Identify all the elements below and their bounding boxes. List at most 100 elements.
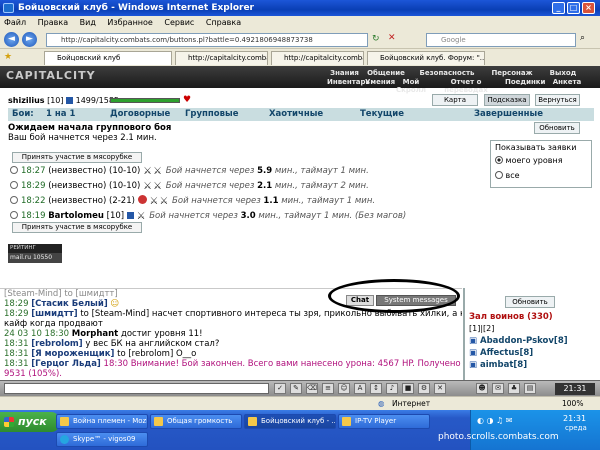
browser-tab-3[interactable]: http://capitalcity.combats.co... — [271, 51, 364, 65]
chat-message: у вес БК на английском стал? — [85, 339, 220, 349]
chat-nick[interactable]: [Герцог Льда] — [31, 359, 101, 369]
crossed-swords-icon: ⚔ — [143, 181, 153, 192]
chat-nick[interactable]: [шмидтт] — [31, 309, 77, 319]
favorites-star-icon[interactable]: ★ — [4, 52, 12, 62]
chat-input[interactable] — [4, 383, 269, 394]
menu-tools[interactable]: Сервис — [164, 18, 194, 27]
chat-nick[interactable]: [Я мороженщик] — [31, 349, 114, 359]
hint-button[interactable]: Подсказка — [484, 94, 530, 106]
world-map-button[interactable]: Карта миров — [432, 94, 478, 114]
menu-view[interactable]: Вид — [80, 18, 96, 27]
tab-group[interactable]: Групповые — [185, 108, 238, 121]
tab-chaotic[interactable]: Хаотичные — [269, 108, 323, 121]
user-name[interactable]: shizilius — [8, 96, 45, 105]
join-button-bottom[interactable]: Принять участие в мясорубке — [12, 222, 142, 233]
color-icon[interactable]: ■ — [402, 383, 414, 394]
nav-exit[interactable]: Выход — [545, 69, 581, 77]
return-button[interactable]: Вернуться — [535, 94, 580, 106]
menu-help[interactable]: Справка — [206, 18, 241, 27]
row-radio-icon[interactable] — [10, 181, 18, 189]
radio-checked-icon[interactable] — [495, 156, 503, 164]
stop-icon[interactable]: ✕ — [388, 33, 396, 43]
edit-icon[interactable]: ✎ — [290, 383, 302, 394]
room-refresh-button[interactable]: Обновить — [505, 296, 555, 308]
nav-security[interactable]: Безопасность — [417, 69, 477, 77]
nav-scroll[interactable]: Мой Скролл — [391, 78, 431, 94]
radio-all[interactable]: все — [495, 171, 520, 180]
refresh-button[interactable]: Обновить — [534, 122, 580, 134]
nav-inventory[interactable]: Инвентарь — [327, 78, 370, 86]
minimize-button[interactable]: _ — [552, 2, 565, 14]
browser-tab-2[interactable]: http://capitalcity.combats.co... — [175, 51, 268, 65]
close-button[interactable]: × — [582, 2, 595, 14]
room-user[interactable]: ▣ Abaddon-Pskov[8] — [469, 336, 568, 346]
room-user[interactable]: ▣ aimbat[8] — [469, 360, 527, 370]
radio-my-level-label: моего уровня — [505, 156, 563, 165]
row-who[interactable]: Bartolomeu — [48, 211, 104, 221]
search-icon[interactable]: ⌕ — [580, 33, 585, 43]
globe-icon: ◍ — [378, 399, 385, 408]
task-combats[interactable]: Бойцовский клуб - ... — [244, 414, 336, 429]
smiles-icon[interactable]: ☺ — [338, 383, 350, 394]
nav-skills[interactable]: Умения — [365, 78, 395, 86]
friends-icon[interactable]: ♣ — [508, 383, 520, 394]
user-info: shizilius [10] 1499/1585 — [8, 96, 119, 105]
room-user[interactable]: ▣ Affectus[8] — [469, 348, 533, 358]
menu-file[interactable]: Файл — [4, 18, 26, 27]
nav-fights[interactable]: Поединки — [505, 78, 545, 86]
scroll-icon[interactable]: ↕ — [370, 383, 382, 394]
nav-profile[interactable]: Анкета — [549, 78, 585, 86]
task-iptv[interactable]: IP-TV Player — [338, 414, 430, 429]
exit-chat-icon[interactable]: ✕ — [434, 383, 446, 394]
translit-icon[interactable]: A — [354, 383, 366, 394]
chat-nick[interactable]: [rebrolom] — [31, 339, 82, 349]
start-button[interactable]: пуск — [0, 412, 60, 432]
clear-icon[interactable]: ⌫ — [306, 383, 318, 394]
task-volume[interactable]: Общая громкость — [150, 414, 242, 429]
refresh-icon[interactable]: ↻ — [372, 34, 380, 44]
nav-communication[interactable]: Общение — [365, 69, 407, 77]
search-input[interactable]: Google — [426, 33, 576, 47]
mail-icon[interactable]: ✉ — [492, 383, 504, 394]
chat-message: to [rebrolom] O__o — [117, 349, 197, 359]
join-button-top[interactable]: Принять участие в мясорубке — [12, 152, 142, 163]
log-icon[interactable]: ▤ — [524, 383, 536, 394]
room-pages[interactable]: [1]|[2] — [469, 324, 494, 333]
red-orb-icon — [137, 195, 147, 204]
sound-icon[interactable]: ♪ — [386, 383, 398, 394]
tab-finished[interactable]: Завершенные — [474, 108, 543, 121]
maximize-button[interactable]: □ — [567, 2, 580, 14]
people-icon[interactable]: ☻ — [476, 383, 488, 394]
tab-contract[interactable]: Договорные — [110, 108, 170, 121]
radio-my-level[interactable]: моего уровня — [495, 156, 563, 165]
task-war-of-tribes[interactable]: Война племен - Mozilla... — [56, 414, 148, 429]
nav-transfers[interactable]: Отчет о переводах — [431, 78, 501, 94]
forward-icon[interactable]: ► — [22, 32, 37, 47]
chat-nick[interactable]: Morphant — [72, 329, 118, 339]
send-icon[interactable]: ✓ — [274, 383, 286, 394]
back-icon[interactable]: ◄ — [4, 32, 19, 47]
browser-tab-1[interactable]: Бойцовский клуб — [44, 51, 172, 65]
menu-edit[interactable]: Правка — [38, 18, 68, 27]
filter-icon[interactable]: ≡ — [322, 383, 334, 394]
tab-1v1[interactable]: 1 на 1 — [46, 108, 75, 121]
nav-knowledge[interactable]: Знания — [327, 69, 362, 77]
tray-icons[interactable]: ◐ ◑ ♫ ✉ — [477, 416, 512, 425]
info-icon[interactable] — [66, 97, 74, 104]
info-icon[interactable] — [126, 212, 134, 219]
tab-current[interactable]: Текущие — [360, 108, 404, 121]
chat-nick[interactable]: [Стасик Белый] — [31, 299, 108, 309]
menu-favorites[interactable]: Избранное — [107, 18, 152, 27]
task-skype[interactable]: Skype™ - vigos09 — [56, 432, 148, 447]
address-input[interactable]: http://capitalcity.combats.com/buttons.p… — [46, 33, 368, 47]
radio-unchecked-icon[interactable] — [495, 171, 503, 179]
settings-icon[interactable]: ⚙ — [418, 383, 430, 394]
mailru-counter[interactable]: mail.ru 10550 — [8, 253, 62, 263]
row-radio-icon[interactable] — [10, 211, 18, 219]
zoom-level[interactable]: 100% — [562, 397, 583, 410]
row-radio-icon[interactable] — [10, 196, 18, 204]
nav-character[interactable]: Персонаж — [487, 69, 537, 77]
browser-tab-4[interactable]: Бойцовский клуб. Форум: "... — [367, 51, 485, 65]
row-level: (10-10) — [109, 181, 141, 191]
row-radio-icon[interactable] — [10, 166, 18, 174]
